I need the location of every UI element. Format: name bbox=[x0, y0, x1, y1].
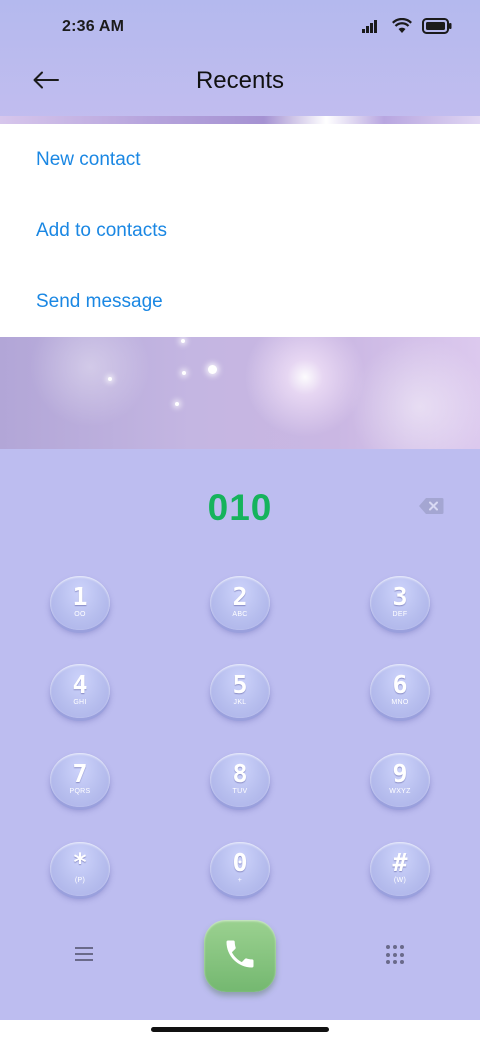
sparkle-dot bbox=[182, 371, 186, 375]
key-letters: ABC bbox=[232, 611, 248, 618]
key-2[interactable]: 2 ABC bbox=[210, 576, 270, 630]
sparkle-dot bbox=[208, 365, 217, 374]
key-6[interactable]: 6 MNO bbox=[370, 664, 430, 718]
status-bar: 2:36 AM bbox=[0, 0, 480, 56]
backspace-button[interactable] bbox=[418, 497, 444, 515]
wifi-icon bbox=[392, 17, 412, 39]
menu-button[interactable] bbox=[74, 945, 96, 963]
send-message-option[interactable]: Send message bbox=[0, 266, 480, 337]
key-digit: * bbox=[72, 848, 88, 877]
key-0[interactable]: 0 + bbox=[210, 842, 270, 896]
key-digit: 6 bbox=[392, 670, 408, 699]
key-4[interactable]: 4 GHI bbox=[50, 664, 110, 718]
dialer-panel: 010 1 OO 2 ABC 3 DEF 4 GHI 5 JKL 6 MNO 7… bbox=[0, 449, 480, 1020]
sparkle-dot bbox=[108, 377, 112, 381]
phone-icon bbox=[222, 936, 258, 977]
page-title: Recents bbox=[195, 67, 285, 94]
key-letters: WXYZ bbox=[389, 788, 411, 795]
key-digit: 4 bbox=[72, 670, 88, 699]
key-3[interactable]: 3 DEF bbox=[370, 576, 430, 630]
status-icons bbox=[362, 17, 452, 39]
status-time: 2:36 AM bbox=[62, 18, 125, 35]
key-letters: MNO bbox=[391, 699, 409, 706]
key-digit: 8 bbox=[232, 759, 248, 788]
new-contact-option[interactable]: New contact bbox=[0, 124, 480, 195]
add-to-contacts-option[interactable]: Add to contacts bbox=[0, 195, 480, 266]
dialed-number: 010 bbox=[207, 487, 273, 528]
home-indicator[interactable] bbox=[151, 1027, 329, 1032]
key-letters: DEF bbox=[392, 611, 408, 618]
key-letters: (W) bbox=[393, 877, 407, 884]
key-letters: (P) bbox=[74, 877, 86, 884]
key-digit: 1 bbox=[72, 582, 88, 611]
decorative-strip bbox=[0, 116, 480, 124]
key-digit: 2 bbox=[232, 582, 248, 611]
key-1[interactable]: 1 OO bbox=[50, 576, 110, 630]
key-letters: OO bbox=[74, 611, 86, 618]
key-letters: JKL bbox=[233, 699, 247, 706]
key-letters: GHI bbox=[73, 699, 87, 706]
key-digit: # bbox=[392, 848, 408, 877]
signal-icon bbox=[362, 19, 382, 38]
key-digit: 9 bbox=[392, 759, 408, 788]
backspace-icon bbox=[418, 498, 444, 519]
decorative-background bbox=[0, 337, 480, 449]
hamburger-icon bbox=[74, 947, 96, 967]
sparkle-dot bbox=[181, 339, 185, 343]
key-digit: 3 bbox=[392, 582, 408, 611]
key-letters: PQRS bbox=[69, 788, 91, 795]
key-5[interactable]: 5 JKL bbox=[210, 664, 270, 718]
header: Recents bbox=[0, 56, 480, 112]
call-button[interactable] bbox=[204, 920, 276, 992]
key-letters: + bbox=[237, 877, 243, 884]
action-menu: New contact Add to contacts Send message bbox=[0, 124, 480, 337]
battery-icon bbox=[422, 17, 452, 39]
key-digit: 0 bbox=[232, 848, 248, 877]
key-7[interactable]: 7 PQRS bbox=[50, 753, 110, 807]
sparkle-dot bbox=[175, 402, 179, 406]
key-8[interactable]: 8 TUV bbox=[210, 753, 270, 807]
key-9[interactable]: 9 WXYZ bbox=[370, 753, 430, 807]
key-digit: 5 bbox=[232, 670, 248, 699]
keypad-toggle-button[interactable] bbox=[386, 945, 404, 965]
key-digit: 7 bbox=[72, 759, 88, 788]
key-hash[interactable]: # (W) bbox=[370, 842, 430, 896]
key-letters: TUV bbox=[232, 788, 248, 795]
key-star[interactable]: * (P) bbox=[50, 842, 110, 896]
keypad-icon bbox=[386, 945, 390, 949]
